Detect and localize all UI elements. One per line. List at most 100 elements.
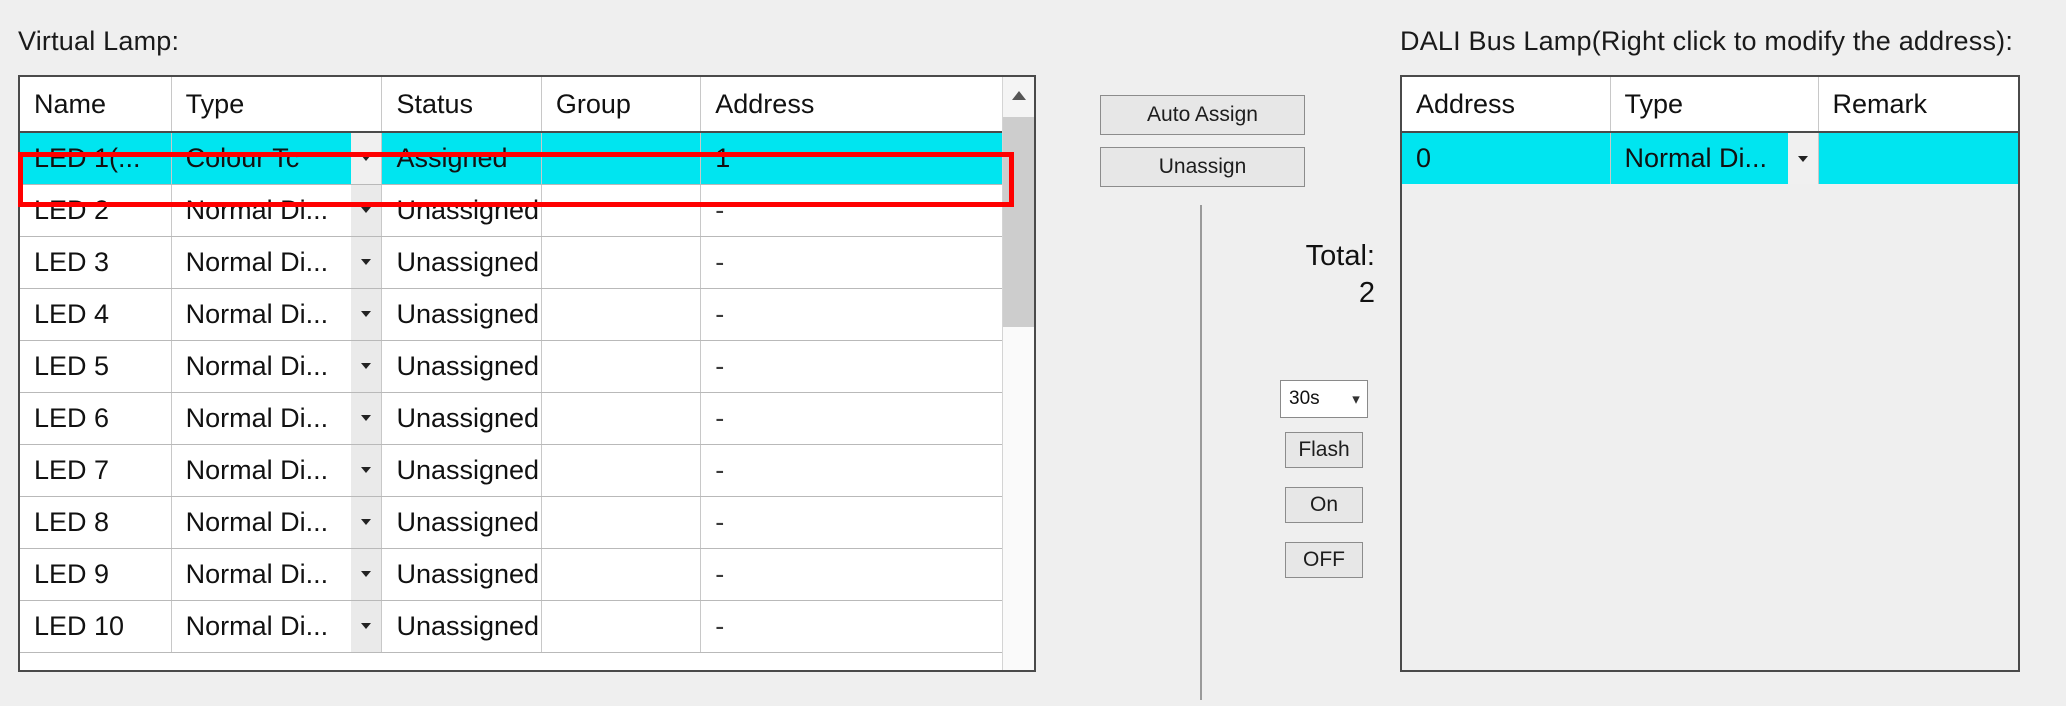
table-row[interactable]: LED 1(... Colour Tc Assigned 1 bbox=[20, 132, 1034, 185]
dropdown-arrow-icon[interactable] bbox=[351, 444, 381, 495]
cell-group[interactable] bbox=[541, 600, 702, 653]
scrollbar-thumb[interactable] bbox=[1003, 117, 1034, 327]
dropdown-arrow-icon[interactable] bbox=[351, 236, 381, 287]
table-row[interactable]: LED 3 Normal Di... Unassigned - bbox=[20, 236, 1034, 289]
cell-address[interactable]: - bbox=[700, 392, 1034, 445]
cell-type-value: Normal Di... bbox=[185, 402, 329, 433]
table-row[interactable]: LED 8 Normal Di... Unassigned - bbox=[20, 496, 1034, 549]
dropdown-arrow-icon[interactable] bbox=[351, 133, 381, 183]
dropdown-arrow-icon[interactable] bbox=[351, 600, 381, 651]
auto-assign-button[interactable]: Auto Assign bbox=[1100, 95, 1305, 135]
column-header-address[interactable]: Address bbox=[700, 77, 1034, 133]
cell-address[interactable]: 0 bbox=[1402, 132, 1611, 184]
cell-type-value: Normal Di... bbox=[185, 506, 329, 537]
cell-type-value: Colour Tc bbox=[185, 142, 300, 173]
column-header-group[interactable]: Group bbox=[541, 77, 702, 133]
cell-type-dropdown[interactable]: Normal Di... bbox=[171, 184, 383, 237]
on-button[interactable]: On bbox=[1285, 487, 1363, 523]
cell-group[interactable] bbox=[541, 392, 702, 445]
dropdown-arrow-icon[interactable] bbox=[1787, 133, 1817, 184]
cell-type-value: Normal Di... bbox=[185, 350, 329, 381]
cell-name[interactable]: LED 9 bbox=[20, 548, 172, 601]
table-row[interactable]: LED 4 Normal Di... Unassigned - bbox=[20, 288, 1034, 341]
cell-address[interactable]: - bbox=[700, 548, 1034, 601]
cell-name[interactable]: LED 3 bbox=[20, 236, 172, 289]
cell-address[interactable]: - bbox=[700, 288, 1034, 341]
table-row[interactable]: LED 2 Normal Di... Unassigned - bbox=[20, 184, 1034, 237]
virtual-lamp-rows: LED 1(... Colour Tc Assigned 1 LED 2 Normal D… bbox=[20, 132, 1034, 653]
cell-group[interactable] bbox=[541, 184, 702, 237]
chevron-down-icon[interactable]: ▾ bbox=[1345, 381, 1367, 417]
dali-bus-grid: Address Type Remark 0 Normal Di... bbox=[1402, 77, 2018, 184]
cell-address[interactable]: - bbox=[700, 340, 1034, 393]
flash-duration-select[interactable]: 30s ▾ bbox=[1280, 380, 1368, 418]
virtual-lamp-grid: Name Type Status Group Address LED 1(...… bbox=[20, 77, 1034, 653]
cell-type-dropdown[interactable]: Normal Di... bbox=[171, 444, 383, 497]
cell-name[interactable]: LED 10 bbox=[20, 600, 172, 653]
cell-type-value: Normal Di... bbox=[185, 454, 329, 485]
total-counter: Total: 2 bbox=[1255, 238, 1375, 312]
cell-name[interactable]: LED 8 bbox=[20, 496, 172, 549]
column-header-status[interactable]: Status bbox=[381, 77, 542, 133]
cell-type-dropdown[interactable]: Normal Di... bbox=[171, 288, 383, 341]
cell-name[interactable]: LED 6 bbox=[20, 392, 172, 445]
scrollbar-track[interactable] bbox=[1003, 327, 1034, 670]
cell-type-dropdown[interactable]: Normal Di... bbox=[171, 548, 383, 601]
cell-name[interactable]: LED 7 bbox=[20, 444, 172, 497]
table-row[interactable]: LED 5 Normal Di... Unassigned - bbox=[20, 340, 1034, 393]
table-header-row: Address Type Remark bbox=[1402, 77, 2018, 133]
cell-type-value: Normal Di... bbox=[185, 246, 329, 277]
cell-name[interactable]: LED 5 bbox=[20, 340, 172, 393]
cell-group[interactable] bbox=[541, 288, 702, 341]
column-header-name[interactable]: Name bbox=[20, 77, 172, 133]
cell-status: Unassigned bbox=[381, 236, 542, 289]
cell-type-dropdown[interactable]: Normal Di... bbox=[171, 236, 383, 289]
unassign-button[interactable]: Unassign bbox=[1100, 147, 1305, 187]
cell-name[interactable]: LED 2 bbox=[20, 184, 172, 237]
virtual-lamp-scrollbar[interactable] bbox=[1002, 77, 1034, 670]
dali-bus-lamp-table[interactable]: Address Type Remark 0 Normal Di... bbox=[1400, 75, 2020, 672]
cell-address[interactable]: - bbox=[700, 496, 1034, 549]
column-header-remark[interactable]: Remark bbox=[1818, 77, 2018, 133]
table-row[interactable]: LED 10 Normal Di... Unassigned - bbox=[20, 600, 1034, 653]
table-row[interactable]: LED 6 Normal Di... Unassigned - bbox=[20, 392, 1034, 445]
cell-group[interactable] bbox=[541, 496, 702, 549]
table-row[interactable]: LED 9 Normal Di... Unassigned - bbox=[20, 548, 1034, 601]
flash-button[interactable]: Flash bbox=[1285, 432, 1363, 468]
cell-name[interactable]: LED 1(... bbox=[20, 132, 172, 185]
cell-address[interactable]: - bbox=[700, 444, 1034, 497]
cell-address[interactable]: 1 bbox=[700, 132, 1034, 185]
cell-group[interactable] bbox=[541, 340, 702, 393]
total-label: Total: bbox=[1305, 240, 1375, 272]
off-button[interactable]: OFF bbox=[1285, 542, 1363, 578]
dropdown-arrow-icon[interactable] bbox=[351, 548, 381, 599]
cell-type-dropdown[interactable]: Normal Di... bbox=[171, 340, 383, 393]
cell-group[interactable] bbox=[541, 236, 702, 289]
table-row[interactable]: 0 Normal Di... bbox=[1402, 132, 2018, 184]
cell-type-dropdown[interactable]: Normal Di... bbox=[171, 496, 383, 549]
cell-type-dropdown[interactable]: Normal Di... bbox=[171, 392, 383, 445]
cell-type-value: Normal Di... bbox=[185, 194, 329, 225]
dropdown-arrow-icon[interactable] bbox=[351, 392, 381, 443]
table-row[interactable]: LED 7 Normal Di... Unassigned - bbox=[20, 444, 1034, 497]
cell-remark[interactable] bbox=[1818, 132, 2018, 184]
cell-address[interactable]: - bbox=[700, 236, 1034, 289]
dropdown-arrow-icon[interactable] bbox=[351, 288, 381, 339]
cell-type-dropdown[interactable]: Normal Di... bbox=[171, 600, 383, 653]
column-header-type[interactable]: Type bbox=[171, 77, 383, 133]
cell-group[interactable] bbox=[541, 132, 702, 185]
dropdown-arrow-icon[interactable] bbox=[351, 496, 381, 547]
cell-name[interactable]: LED 4 bbox=[20, 288, 172, 341]
cell-type-dropdown[interactable]: Normal Di... bbox=[1610, 132, 1819, 184]
cell-address[interactable]: - bbox=[700, 184, 1034, 237]
virtual-lamp-table[interactable]: Name Type Status Group Address LED 1(...… bbox=[18, 75, 1036, 672]
cell-address[interactable]: - bbox=[700, 600, 1034, 653]
dropdown-arrow-icon[interactable] bbox=[351, 184, 381, 235]
column-header-type[interactable]: Type bbox=[1610, 77, 1819, 133]
column-header-address[interactable]: Address bbox=[1402, 77, 1611, 133]
scroll-up-arrow-icon[interactable] bbox=[1003, 77, 1034, 113]
cell-type-dropdown[interactable]: Colour Tc bbox=[171, 132, 383, 185]
dropdown-arrow-icon[interactable] bbox=[351, 340, 381, 391]
cell-group[interactable] bbox=[541, 548, 702, 601]
cell-group[interactable] bbox=[541, 444, 702, 497]
